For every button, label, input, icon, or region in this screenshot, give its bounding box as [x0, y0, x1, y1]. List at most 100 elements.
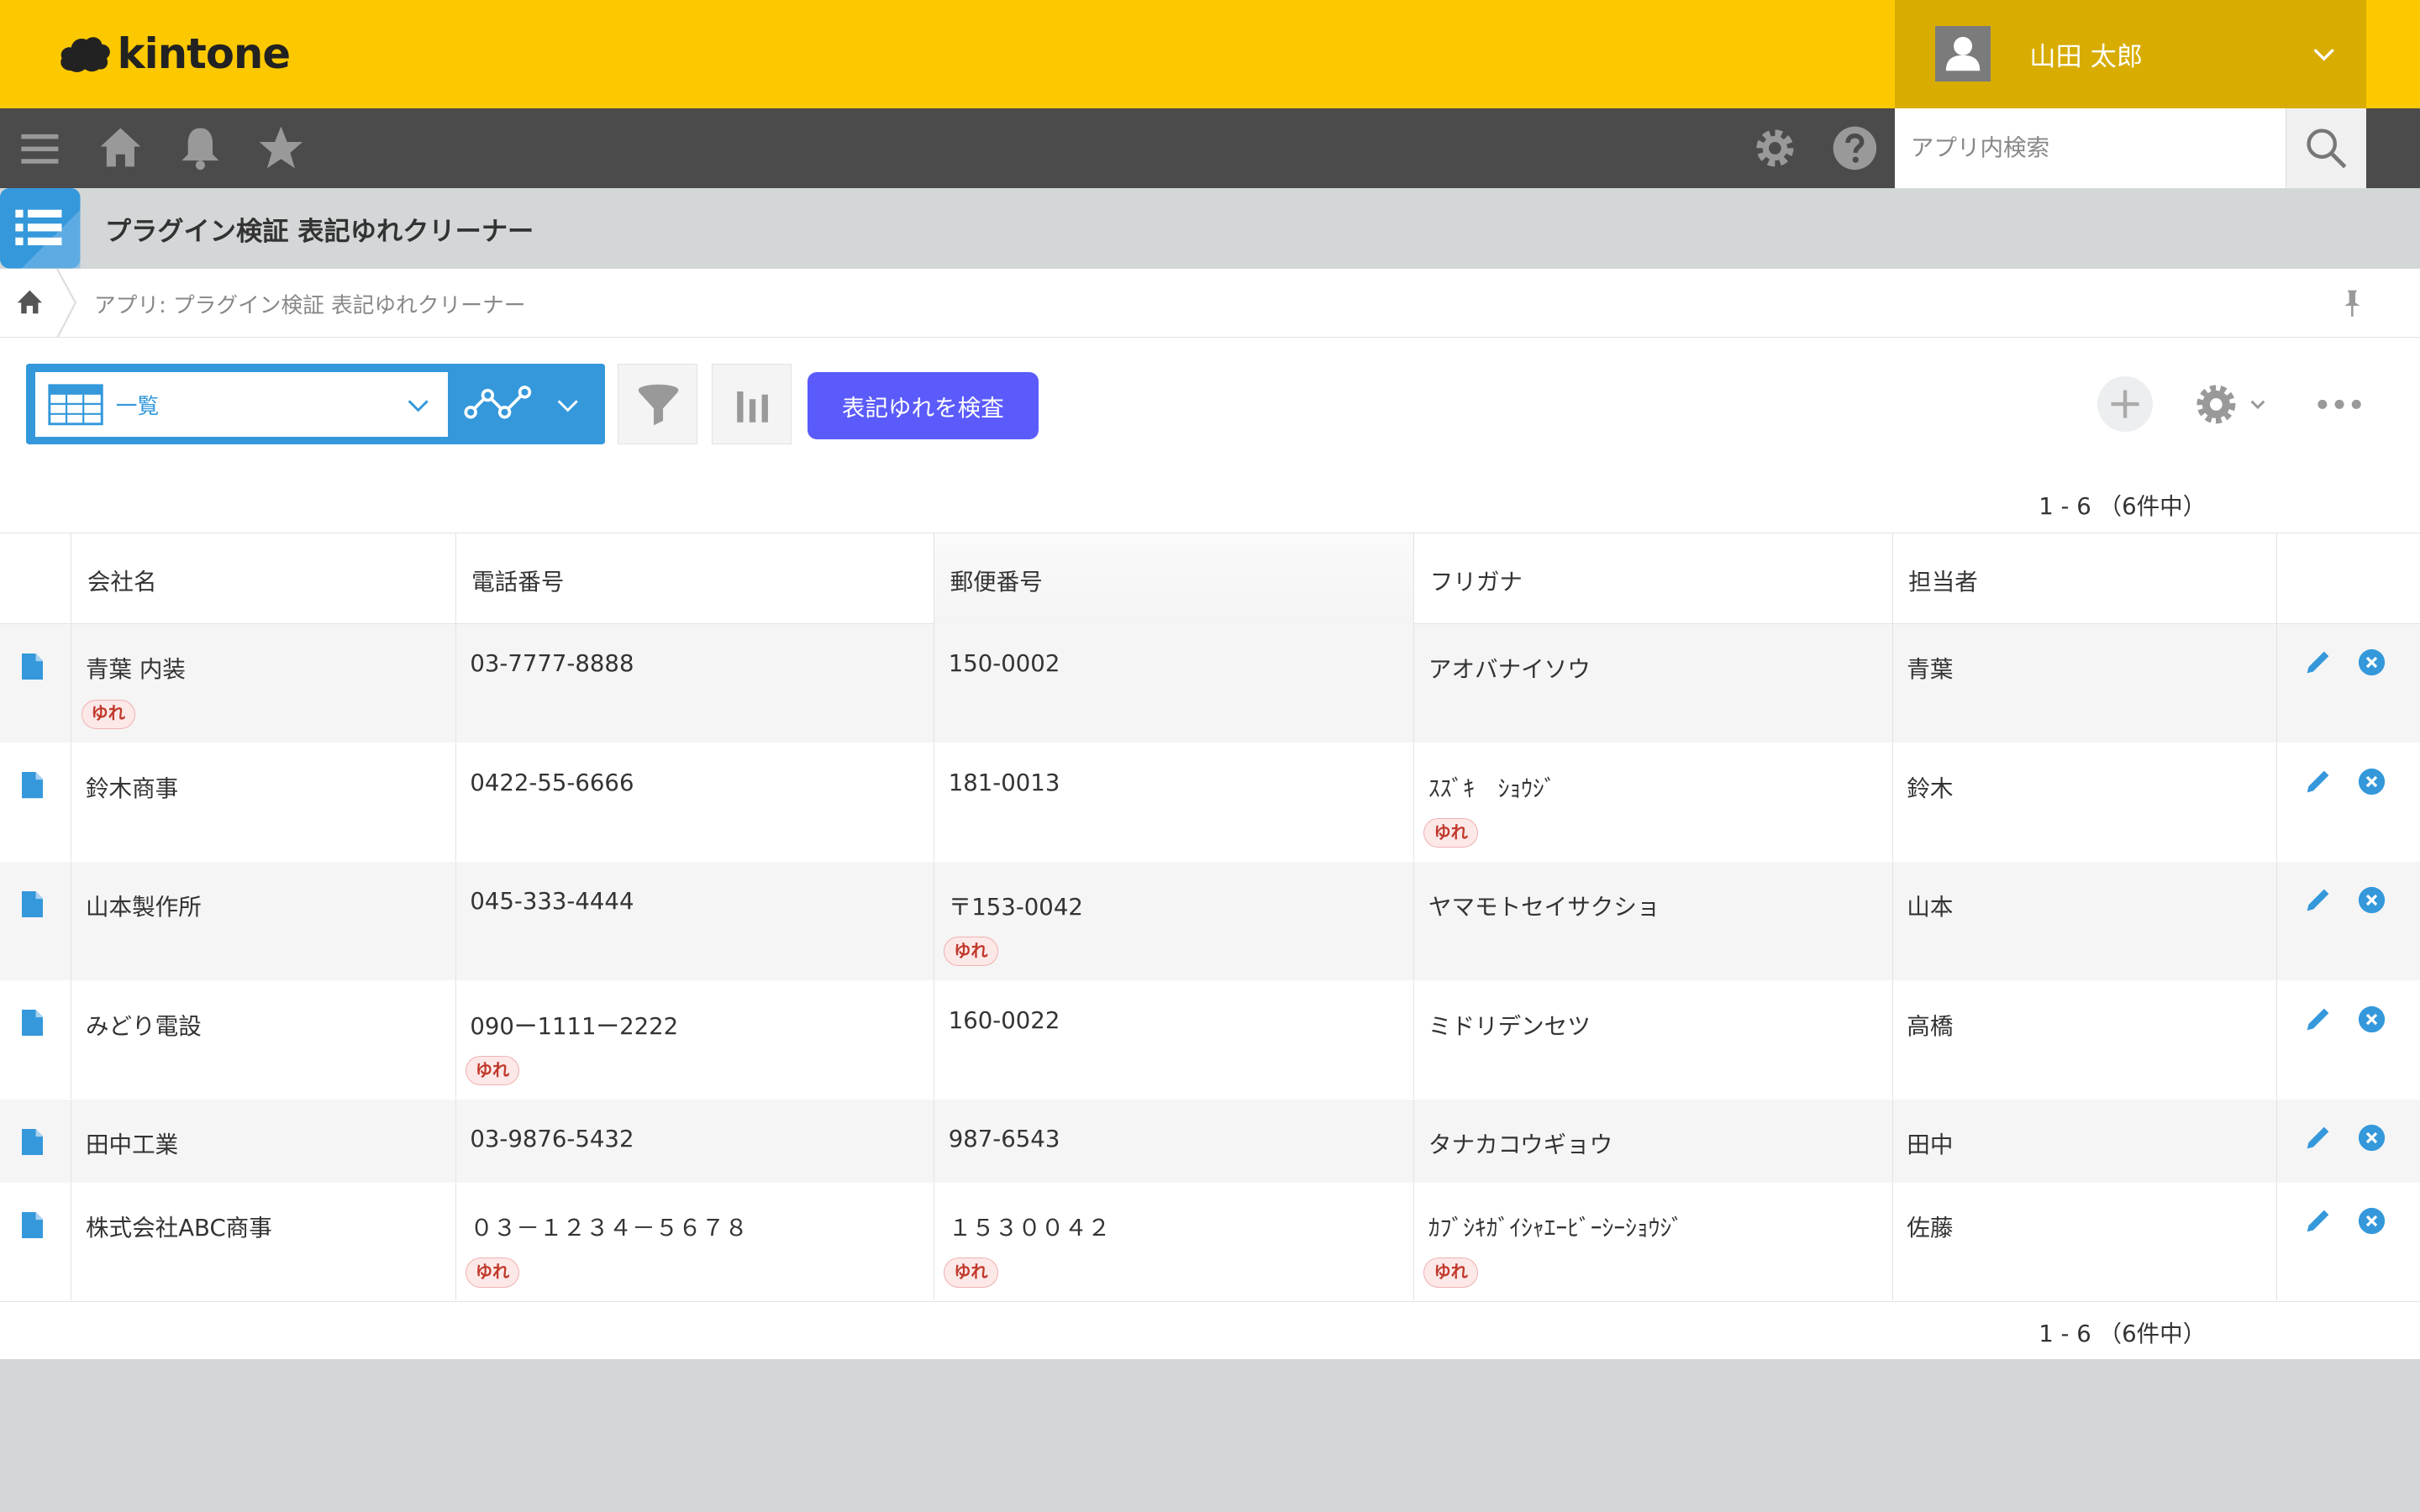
record-detail-icon[interactable]: [21, 653, 44, 680]
pagination-top: 1 - 6 （6件中）: [2039, 493, 2207, 521]
cell-person: 山本: [1891, 861, 2278, 980]
variant-badge: ゆれ: [465, 1257, 520, 1288]
record-table: 会社名 電話番号 郵便番号 フリガナ 担当者 青葉 内装 ゆれ 03-7777-8…: [0, 532, 2420, 1302]
record-detail-icon[interactable]: [21, 1211, 44, 1238]
table-row: 株式会社ABC商事 ０３－１２３４－５６７８ ゆれ １５３００４２ ゆれ ｶﾌﾞｼｷ…: [0, 1182, 2420, 1302]
add-record-button[interactable]: [2097, 376, 2154, 433]
breadcrumb-app-link[interactable]: アプリ: プラグイン検証 表記ゆれクリーナー: [94, 288, 525, 319]
filter-button[interactable]: [617, 364, 698, 444]
cell-zip: 〒153-0042 ゆれ: [934, 861, 1413, 980]
delete-icon[interactable]: [2358, 1207, 2386, 1235]
cell-actions: [2276, 743, 2420, 861]
app-list-icon[interactable]: [0, 188, 81, 269]
star-icon[interactable]: [256, 123, 306, 173]
bell-icon[interactable]: [176, 123, 225, 173]
view-label: 一覧: [115, 393, 160, 419]
variant-badge: ゆれ: [465, 1055, 520, 1085]
view-selector: 一覧: [26, 364, 605, 444]
more-options-icon[interactable]: [2312, 389, 2367, 420]
variant-badge: ゆれ: [944, 1257, 998, 1288]
view-dropdown[interactable]: 一覧: [35, 371, 448, 437]
app-settings-button[interactable]: [2191, 380, 2269, 429]
column-header-company[interactable]: 会社名: [71, 533, 456, 625]
app-title-band: プラグイン検証 表記ゆれクリーナー: [0, 188, 2420, 269]
chevron-right-icon: [55, 268, 77, 339]
app-search-input[interactable]: [1895, 108, 2286, 189]
pin-icon[interactable]: [2337, 287, 2368, 318]
cloud-logo-icon: [60, 37, 110, 73]
column-header-actions: [2276, 533, 2420, 625]
pagination-bottom: 1 - 6 （6件中）: [2039, 1320, 2207, 1347]
pencil-icon[interactable]: [2304, 1005, 2332, 1033]
top-header: kintone 山田 太郎: [0, 0, 2420, 108]
graph-view-icon[interactable]: [463, 381, 534, 428]
cell-company: 青葉 内装 ゆれ: [71, 624, 456, 743]
delete-icon[interactable]: [2358, 768, 2386, 795]
delete-icon[interactable]: [2358, 1124, 2386, 1152]
cell-kana: ミドリデンセツ: [1413, 980, 1893, 1099]
cell-zip: 181-0013: [934, 743, 1413, 861]
cell-person: 田中: [1891, 1099, 2278, 1182]
gear-icon[interactable]: [1750, 123, 1800, 173]
help-icon[interactable]: [1830, 123, 1880, 173]
column-header-person[interactable]: 担当者: [1891, 533, 2278, 625]
cell-actions: [2276, 980, 2420, 1099]
cell-person: 佐藤: [1891, 1182, 2278, 1301]
home-icon[interactable]: [14, 287, 45, 318]
search-button[interactable]: [2286, 108, 2366, 189]
cell-actions: [2276, 861, 2420, 980]
cell-person: 青葉: [1891, 624, 2278, 743]
user-menu[interactable]: 山田 太郎: [1895, 0, 2366, 108]
cell-person: 高橋: [1891, 980, 2278, 1099]
variant-badge: ゆれ: [1423, 818, 1478, 848]
cell-company: 山本製作所: [71, 861, 456, 980]
plus-icon: [2111, 390, 2139, 418]
pencil-icon[interactable]: [2304, 886, 2332, 914]
avatar: [1935, 26, 1991, 82]
delete-icon[interactable]: [2358, 886, 2386, 914]
table-row: 山本製作所 045-333-4444 〒153-0042 ゆれ ヤマモトセイサクシ…: [0, 861, 2420, 981]
record-detail-icon[interactable]: [21, 1128, 44, 1155]
variant-badge: ゆれ: [944, 937, 998, 967]
page-title: プラグイン検証 表記ゆれクリーナー: [104, 216, 534, 247]
record-list-content: 一覧 表記ゆれを検査 1 - 6 （6件中） 会社名 電話番号 郵便番号 フリガ…: [0, 338, 2420, 1360]
column-header-zip[interactable]: 郵便番号: [934, 533, 1414, 625]
variant-badge: ゆれ: [81, 699, 135, 729]
cell-company: 鈴木商事: [71, 743, 456, 861]
pencil-icon[interactable]: [2304, 1207, 2332, 1235]
pencil-icon[interactable]: [2304, 648, 2332, 676]
cell-phone: 03-9876-5432: [455, 1099, 935, 1182]
cell-actions: [2276, 624, 2420, 743]
cell-zip: 150-0002: [934, 624, 1413, 743]
table-view-icon: [48, 384, 103, 426]
column-header-kana[interactable]: フリガナ: [1413, 533, 1893, 625]
delete-icon[interactable]: [2358, 1005, 2386, 1033]
graph-button[interactable]: [711, 364, 792, 444]
record-detail-icon[interactable]: [21, 772, 44, 799]
record-detail-icon[interactable]: [21, 890, 44, 917]
cell-phone: ０３－１２３４－５６７８ ゆれ: [455, 1182, 935, 1301]
home-icon[interactable]: [96, 123, 145, 173]
record-detail-icon[interactable]: [21, 1010, 44, 1037]
cell-phone: 0422-55-6666: [455, 743, 935, 861]
kintone-logo[interactable]: kintone: [59, 28, 291, 80]
column-header-phone[interactable]: 電話番号: [455, 533, 935, 625]
menu-icon[interactable]: [15, 123, 65, 173]
cell-zip: 987-6543: [934, 1099, 1413, 1182]
table-row: 鈴木商事 0422-55-6666 181-0013 ｽｽﾞｷ ｼｮｳｼﾞ ゆれ …: [0, 743, 2420, 862]
cell-person: 鈴木: [1891, 743, 2278, 861]
cell-kana: ｶﾌﾞｼｷｶﾞｲｼｬｴｰﾋﾞｰｼｰｼｮｳｼﾞ ゆれ: [1413, 1182, 1893, 1301]
table-bottom-border: [0, 1301, 2420, 1302]
pencil-icon[interactable]: [2304, 1124, 2332, 1152]
chevron-down-icon[interactable]: [555, 395, 580, 417]
cell-company: 株式会社ABC商事: [71, 1182, 456, 1301]
user-avatar-icon: [1946, 37, 1981, 71]
filter-icon: [638, 384, 679, 426]
pencil-icon[interactable]: [2304, 768, 2332, 795]
table-row: みどり電設 090ー1111ー2222 ゆれ 160-0022 ミドリデンセツ 高…: [0, 980, 2420, 1100]
user-name: 山田 太郎: [2029, 42, 2144, 73]
cell-actions: [2276, 1182, 2420, 1301]
check-variants-button[interactable]: 表記ゆれを検査: [807, 371, 1039, 440]
delete-icon[interactable]: [2358, 648, 2386, 676]
table-row: 田中工業 03-9876-5432 987-6543 タナカコウギョウ 田中: [0, 1099, 2420, 1183]
